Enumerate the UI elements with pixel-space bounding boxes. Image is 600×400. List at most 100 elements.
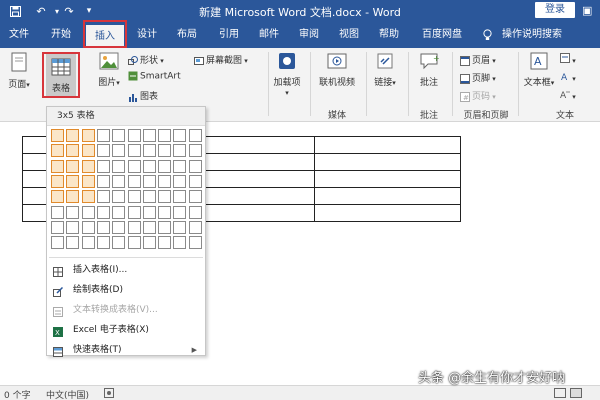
picture-button[interactable]: 图片▾ [94,52,124,88]
macro-record-icon[interactable] [104,388,114,400]
screenshot-button[interactable]: 屏幕截图 ▾ [194,53,248,66]
read-mode-icon[interactable] [554,388,566,398]
grid-cell[interactable] [96,129,110,142]
menu-item-insert-table[interactable]: 插入表格(I)... [47,260,205,280]
grid-cell[interactable] [66,190,80,204]
ribbon-display-icon[interactable]: ▣ [582,4,592,17]
tab-review[interactable]: 审阅 [294,22,324,48]
grid-cell[interactable] [188,190,202,204]
grid-cell[interactable] [158,205,172,219]
page-button[interactable]: 页面▾ [6,52,32,90]
grid-cell[interactable] [173,144,187,158]
wordart-icon[interactable]: A ▾ [560,71,576,84]
smartart-button[interactable]: SmartArt [128,71,181,82]
grid-cell[interactable] [96,236,110,250]
grid-cell[interactable] [173,174,187,188]
grid-cell[interactable] [127,190,141,204]
textbox-button[interactable]: A 文本框▾ [522,52,556,88]
grid-cell[interactable] [142,220,156,234]
grid-cell[interactable] [142,190,156,204]
redo-icon[interactable]: ↷ [62,4,76,18]
grid-cell[interactable] [51,174,64,188]
grid-cell[interactable] [66,129,80,142]
grid-cell[interactable] [127,174,141,188]
grid-cell[interactable] [127,159,141,173]
grid-cell[interactable] [51,159,64,173]
footer-button[interactable]: 页脚 ▾ [460,71,496,84]
grid-cell[interactable] [96,159,110,173]
grid-cell[interactable] [112,159,126,173]
grid-cell[interactable] [142,236,156,250]
login-button[interactable]: 登录 [535,2,575,18]
menu-item-draw-table[interactable]: 绘制表格(D) [47,280,205,300]
grid-cell[interactable] [127,205,141,219]
grid-cell[interactable] [173,205,187,219]
grid-cell[interactable] [188,159,202,173]
table-cell[interactable] [314,204,461,222]
grid-cell[interactable] [51,220,64,234]
grid-cell[interactable] [96,190,110,204]
grid-cell[interactable] [158,159,172,173]
grid-cell[interactable] [173,190,187,204]
tab-insert[interactable]: 插入 [86,25,124,48]
tab-home[interactable]: 开始 [46,22,76,48]
grid-cell[interactable] [173,236,187,250]
grid-cell[interactable] [66,144,80,158]
quick-parts-icon[interactable]: ▾ [560,53,576,66]
table-cell[interactable] [314,136,461,154]
tab-baidu-netdisk[interactable]: 百度网盘 [414,22,470,48]
grid-cell[interactable] [127,129,141,142]
menu-item-excel-spreadsheet[interactable]: X Excel 电子表格(X) [47,320,205,340]
grid-cell[interactable] [112,205,126,219]
grid-cell[interactable] [81,205,95,219]
grid-cell[interactable] [127,144,141,158]
grid-cell[interactable] [112,190,126,204]
grid-cell[interactable] [127,220,141,234]
table-cell[interactable] [314,153,461,171]
table-cell[interactable] [314,187,461,205]
grid-cell[interactable] [158,129,172,142]
grid-cell[interactable] [51,190,64,204]
tab-file[interactable]: 文件 [4,22,34,48]
addins-button[interactable]: 加载项▾ [272,52,302,98]
grid-cell[interactable] [66,236,80,250]
grid-cell[interactable] [112,174,126,188]
grid-cell[interactable] [96,174,110,188]
tell-me-search[interactable]: 操作说明搜索 [496,22,568,48]
grid-cell[interactable] [188,174,202,188]
save-icon[interactable] [8,4,22,18]
shapes-button[interactable]: 形状 ▾ [128,53,164,66]
grid-cell[interactable] [188,129,202,142]
table-cell[interactable] [314,170,461,188]
grid-cell[interactable] [66,159,80,173]
grid-cell[interactable] [188,205,202,219]
grid-cell[interactable] [66,174,80,188]
grid-cell[interactable] [142,144,156,158]
grid-cell[interactable] [158,190,172,204]
grid-cell[interactable] [142,205,156,219]
grid-cell[interactable] [188,220,202,234]
grid-cell[interactable] [96,220,110,234]
menu-item-quick-tables[interactable]: 快速表格(T) ▶ [47,340,205,360]
grid-cell[interactable] [173,220,187,234]
dropcap-icon[interactable]: A ▾ [560,89,576,102]
grid-cell[interactable] [158,174,172,188]
grid-cell[interactable] [142,159,156,173]
grid-cell[interactable] [112,129,126,142]
grid-cell[interactable] [173,159,187,173]
tab-layout[interactable]: 布局 [172,22,202,48]
tab-references[interactable]: 引用 [214,22,244,48]
grid-cell[interactable] [173,129,187,142]
grid-cell[interactable] [188,236,202,250]
grid-cell[interactable] [51,129,64,142]
header-button[interactable]: 页眉 ▾ [460,53,496,66]
grid-cell[interactable] [112,144,126,158]
grid-cell[interactable] [51,205,64,219]
grid-cell[interactable] [96,205,110,219]
tab-help[interactable]: 帮助 [374,22,404,48]
page-number-button[interactable]: # 页码 ▾ [460,89,496,102]
print-layout-icon[interactable] [570,388,582,398]
tab-view[interactable]: 视图 [334,22,364,48]
grid-cell[interactable] [81,220,95,234]
grid-cell[interactable] [81,190,95,204]
